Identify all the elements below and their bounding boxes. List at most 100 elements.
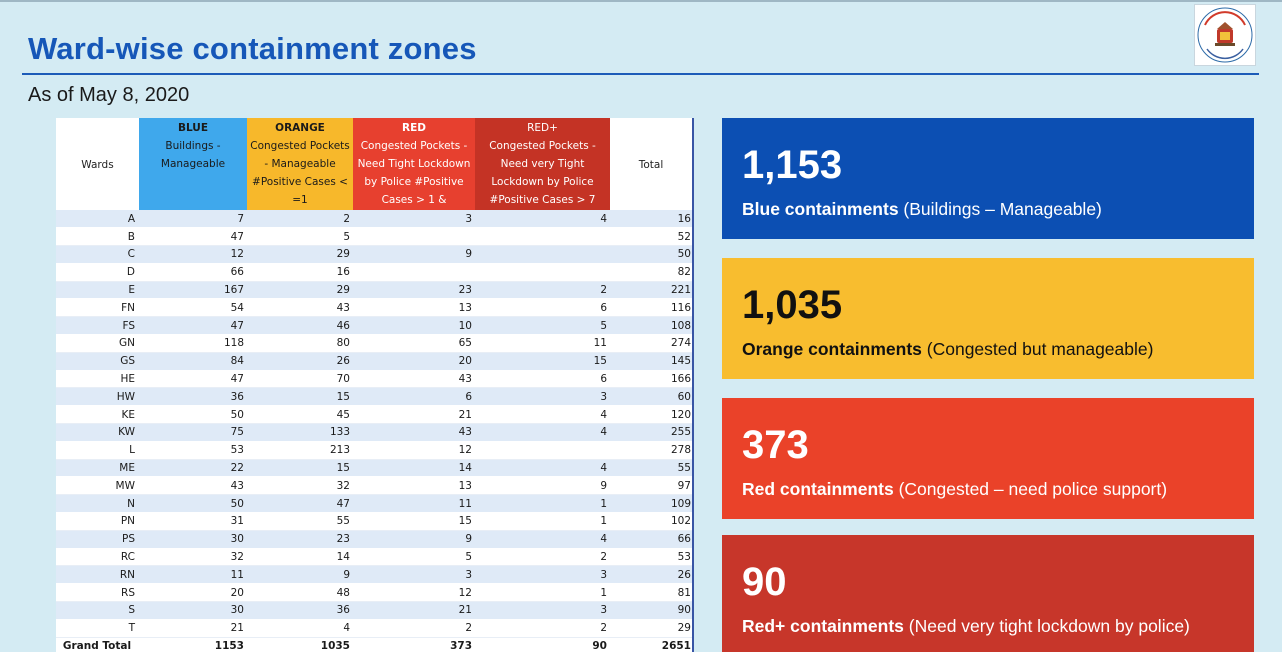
cell-red: 43 [353,370,475,389]
cell-ward: N [56,494,139,514]
red-plus-description-bold: Red+ containments [742,616,904,636]
cell-red: 21 [353,601,475,620]
red-summary-card: 373 Red containments (Congested – need p… [722,398,1254,519]
cell-blue: 66 [139,263,247,282]
grand-total-label: Grand Total [56,636,139,652]
column-header-red: RED Congested Pockets - Need Tight Lockd… [353,118,475,210]
table-row: E 167 29 23 2 221 [56,281,694,300]
cell-blue: 84 [139,352,247,371]
cell-blue: 22 [139,459,247,478]
cell-orange: 45 [247,405,353,425]
blue-description: Blue containments (Buildings – Manageabl… [742,198,1234,220]
cell-blue: 20 [139,583,247,603]
cell-orange: 46 [247,316,353,336]
cell-total: 221 [610,281,694,300]
cell-blue: 12 [139,245,247,264]
cell-red: 20 [353,352,475,371]
cell-total: 29 [610,619,694,638]
cell-ward: RC [56,548,139,567]
page-subtitle: As of May 8, 2020 [28,84,190,106]
cell-total: 108 [610,316,694,336]
table-row: KW 75 133 43 4 255 [56,423,694,442]
table-row: D 66 16 82 [56,263,694,282]
cell-orange: 23 [247,530,353,549]
cell-red: 43 [353,423,475,442]
orange-header-desc: Congested Pockets - Manageable #Positive… [250,140,350,206]
cell-blue: 30 [139,601,247,620]
cell-redp: 3 [475,601,610,620]
cell-ward: HE [56,370,139,389]
cell-orange: 55 [247,512,353,531]
cell-ward: FS [56,316,139,336]
table-header-row: Wards BLUE Buildings - Manageable ORANGE… [56,118,694,210]
cell-ward: KW [56,423,139,442]
cell-orange: 213 [247,441,353,460]
cell-redp [475,441,610,460]
cell-blue: 7 [139,210,247,229]
cell-ward: PN [56,512,139,531]
cell-redp: 4 [475,210,610,229]
blue-summary-card: 1,153 Blue containments (Buildings – Man… [722,118,1254,239]
cell-ward: MW [56,476,139,496]
table-row: C 12 29 9 50 [56,245,694,264]
municipal-corporation-seal-icon [1194,4,1256,66]
cell-ward: S [56,601,139,620]
red-description: Red containments (Congested – need polic… [742,478,1234,500]
cell-redp: 4 [475,459,610,478]
table-body: A 7 2 3 4 16 B 47 5 52 C 12 29 9 50 D 66 16 82 E 167 29 23 2 221… [56,210,694,652]
red-plus-count: 90 [742,560,787,604]
table-row: HE 47 70 43 6 166 [56,370,694,389]
cell-total: 90 [610,601,694,620]
cell-total: 102 [610,512,694,531]
cell-orange: 4 [247,619,353,638]
cell-blue: 118 [139,334,247,353]
cell-redp: 15 [475,352,610,371]
cell-redp: 3 [475,387,610,407]
orange-summary-card: 1,035 Orange containments (Congested but… [722,258,1254,379]
red-plus-description: Red+ containments (Need very tight lockd… [742,615,1234,637]
cell-redp: 4 [475,405,610,425]
cell-ward: L [56,441,139,460]
table-row: RN 11 9 3 3 26 [56,565,694,585]
cell-blue: 54 [139,298,247,318]
column-header-total: Total [610,118,694,210]
cell-total: 52 [610,227,694,247]
red-plus-header-desc: Congested Pockets - Need very Tight Lock… [489,140,596,206]
cell-redp: 1 [475,494,610,514]
cell-ward: A [56,210,139,229]
cell-red: 65 [353,334,475,353]
cell-blue: 11 [139,565,247,585]
cell-ward: ME [56,459,139,478]
cell-red: 21 [353,405,475,425]
cell-ward: C [56,245,139,264]
cell-ward: E [56,281,139,300]
column-header-red-plus: RED+ Congested Pockets - Need very Tight… [475,118,610,210]
red-header-desc: Congested Pockets - Need Tight Lockdown … [357,140,471,206]
cell-blue: 167 [139,281,247,300]
orange-description-rest: (Congested but manageable) [921,339,1154,359]
cell-ward: FN [56,298,139,318]
cell-redp: 4 [475,530,610,549]
cell-orange: 70 [247,370,353,389]
cell-orange: 36 [247,601,353,620]
blue-description-rest: (Buildings – Manageable) [898,199,1102,219]
table-row: RC 32 14 5 2 53 [56,548,694,567]
cell-total: 53 [610,548,694,567]
cell-redp: 5 [475,316,610,336]
cell-total: 55 [610,459,694,478]
blue-count: 1,153 [742,143,843,187]
cell-red: 12 [353,441,475,460]
cell-ward: T [56,619,139,638]
cell-total: 60 [610,387,694,407]
cell-orange: 29 [247,245,353,264]
grand-total-redp: 90 [475,636,610,652]
cell-blue: 50 [139,405,247,425]
red-count: 373 [742,423,809,467]
cell-red: 13 [353,476,475,496]
cell-orange: 80 [247,334,353,353]
cell-redp: 4 [475,423,610,442]
orange-description: Orange containments (Congested but manag… [742,338,1234,360]
cell-ward: B [56,227,139,247]
cell-red: 15 [353,512,475,531]
cell-total: 255 [610,423,694,442]
